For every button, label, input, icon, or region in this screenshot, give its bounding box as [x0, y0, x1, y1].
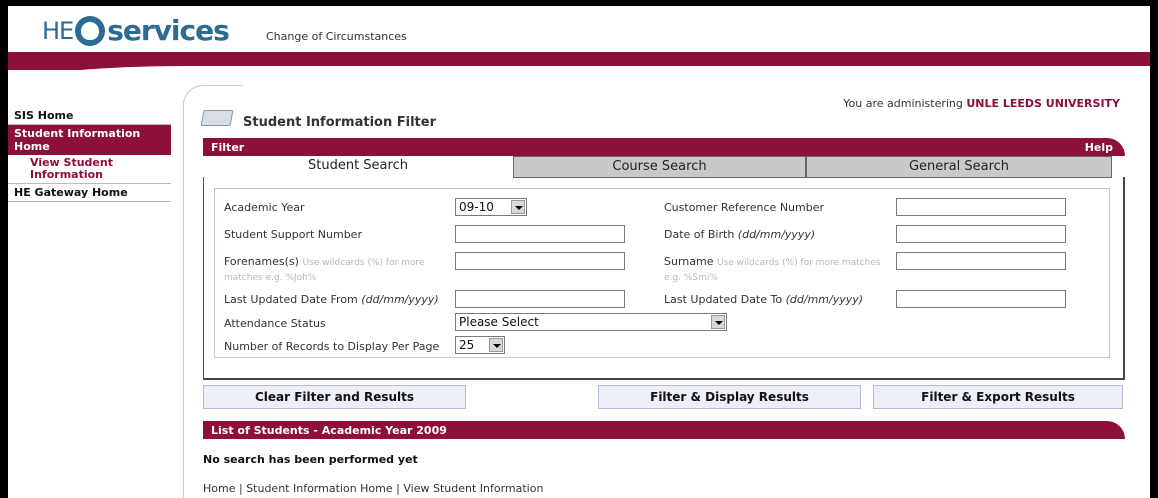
ssn-input[interactable]: [455, 225, 625, 243]
header-subtitle: Change of Circumstances: [266, 30, 407, 43]
dob-label-text: Date of Birth: [664, 228, 735, 241]
sidebar: SIS Home Student Information Home View S…: [8, 107, 171, 202]
admin-prefix: You are administering: [843, 97, 963, 110]
records-per-page-select[interactable]: 25: [455, 336, 505, 354]
surname-input[interactable]: [896, 252, 1066, 270]
forenames-label-text: Forenames(s): [224, 255, 299, 268]
empty-results-message: No search has been performed yet: [203, 453, 418, 466]
tree-icon: [75, 15, 106, 46]
records-per-page-value: 25: [459, 338, 475, 352]
last-updated-to-text: Last Updated Date To: [664, 293, 783, 306]
he-services-logo[interactable]: HE services: [42, 14, 230, 47]
content-corner: [183, 85, 243, 105]
sidebar-item-he-gateway-home[interactable]: HE Gateway Home: [8, 184, 171, 202]
last-updated-to-label: Last Updated Date To (dd/mm/yyyy): [664, 293, 863, 306]
forenames-label: Forenames(s) Use wildcards (%) for more …: [224, 255, 449, 285]
header-band-curve: [8, 66, 1150, 88]
logo-services-text: services: [107, 14, 230, 47]
tab-student-search[interactable]: Student Search: [203, 156, 513, 178]
academic-year-select[interactable]: 09-10: [455, 198, 527, 216]
last-updated-to-hint: (dd/mm/yyyy): [785, 293, 864, 306]
student-list-title: List of Students - Academic Year 2009: [211, 424, 447, 437]
last-updated-from-label: Last Updated Date From (dd/mm/yyyy): [224, 293, 439, 306]
footer-separator: |: [235, 482, 247, 495]
filter-title: Filter: [211, 141, 245, 154]
crn-label: Customer Reference Number: [664, 201, 825, 214]
content-divider: [183, 100, 184, 498]
tab-course-search[interactable]: Course Search: [513, 156, 806, 178]
filter-bar: Filter Help: [203, 138, 1125, 156]
surname-label: Surname Use wildcards (%) for more match…: [664, 255, 889, 285]
last-updated-from-input[interactable]: [455, 290, 625, 308]
last-updated-from-text: Last Updated Date From: [224, 293, 358, 306]
sidebar-item-sis-home[interactable]: SIS Home: [8, 107, 171, 125]
chevron-down-icon: [489, 338, 503, 352]
sidebar-item-student-information-home[interactable]: Student Information Home: [8, 125, 171, 155]
admin-institution: UNLE LEEDS UNIVERSITY: [966, 97, 1120, 110]
footer-separator: |: [392, 482, 404, 495]
document-icon: [200, 110, 234, 126]
search-tabs: Student Search Course Search General Sea…: [203, 156, 1125, 178]
chevron-down-icon: [711, 315, 725, 329]
attendance-status-value: Please Select: [459, 315, 539, 329]
footer-link-view-student-information[interactable]: View Student Information: [403, 482, 543, 495]
records-per-page-label: Number of Records to Display Per Page: [224, 340, 440, 353]
chevron-down-icon: [511, 200, 525, 214]
attendance-status-select[interactable]: Please Select: [455, 313, 727, 331]
dob-input[interactable]: [896, 225, 1066, 243]
header: HE services Change of Circumstances: [8, 6, 1150, 52]
academic-year-value: 09-10: [459, 200, 494, 214]
filter-display-button[interactable]: Filter & Display Results: [598, 385, 861, 409]
dob-format-hint: (dd/mm/yyyy): [737, 228, 816, 241]
last-updated-from-hint: (dd/mm/yyyy): [361, 293, 439, 306]
admin-info: You are administering UNLE LEEDS UNIVERS…: [843, 97, 1120, 110]
forenames-input[interactable]: [455, 252, 625, 270]
clear-filter-button[interactable]: Clear Filter and Results: [203, 385, 466, 409]
footer-breadcrumb: Home | Student Information Home | View S…: [203, 482, 543, 495]
footer-link-home[interactable]: Home: [203, 482, 235, 495]
last-updated-to-input[interactable]: [896, 290, 1066, 308]
logo-he-text: HE: [42, 16, 74, 45]
ssn-label: Student Support Number: [224, 228, 362, 241]
crn-input[interactable]: [896, 198, 1066, 216]
footer-link-student-information-home[interactable]: Student Information Home: [246, 482, 392, 495]
student-list-bar: List of Students - Academic Year 2009: [203, 421, 1125, 439]
page-title: Student Information Filter: [243, 115, 436, 130]
tab-general-search[interactable]: General Search: [806, 156, 1112, 178]
surname-label-text: Surname: [664, 255, 714, 268]
filter-export-button[interactable]: Filter & Export Results: [873, 385, 1123, 409]
dob-label: Date of Birth (dd/mm/yyyy): [664, 228, 815, 241]
sidebar-item-view-student-information[interactable]: View Student Information: [8, 155, 171, 184]
academic-year-label: Academic Year: [224, 201, 305, 214]
help-link[interactable]: Help: [1085, 141, 1113, 154]
attendance-status-label: Attendance Status: [224, 317, 326, 330]
